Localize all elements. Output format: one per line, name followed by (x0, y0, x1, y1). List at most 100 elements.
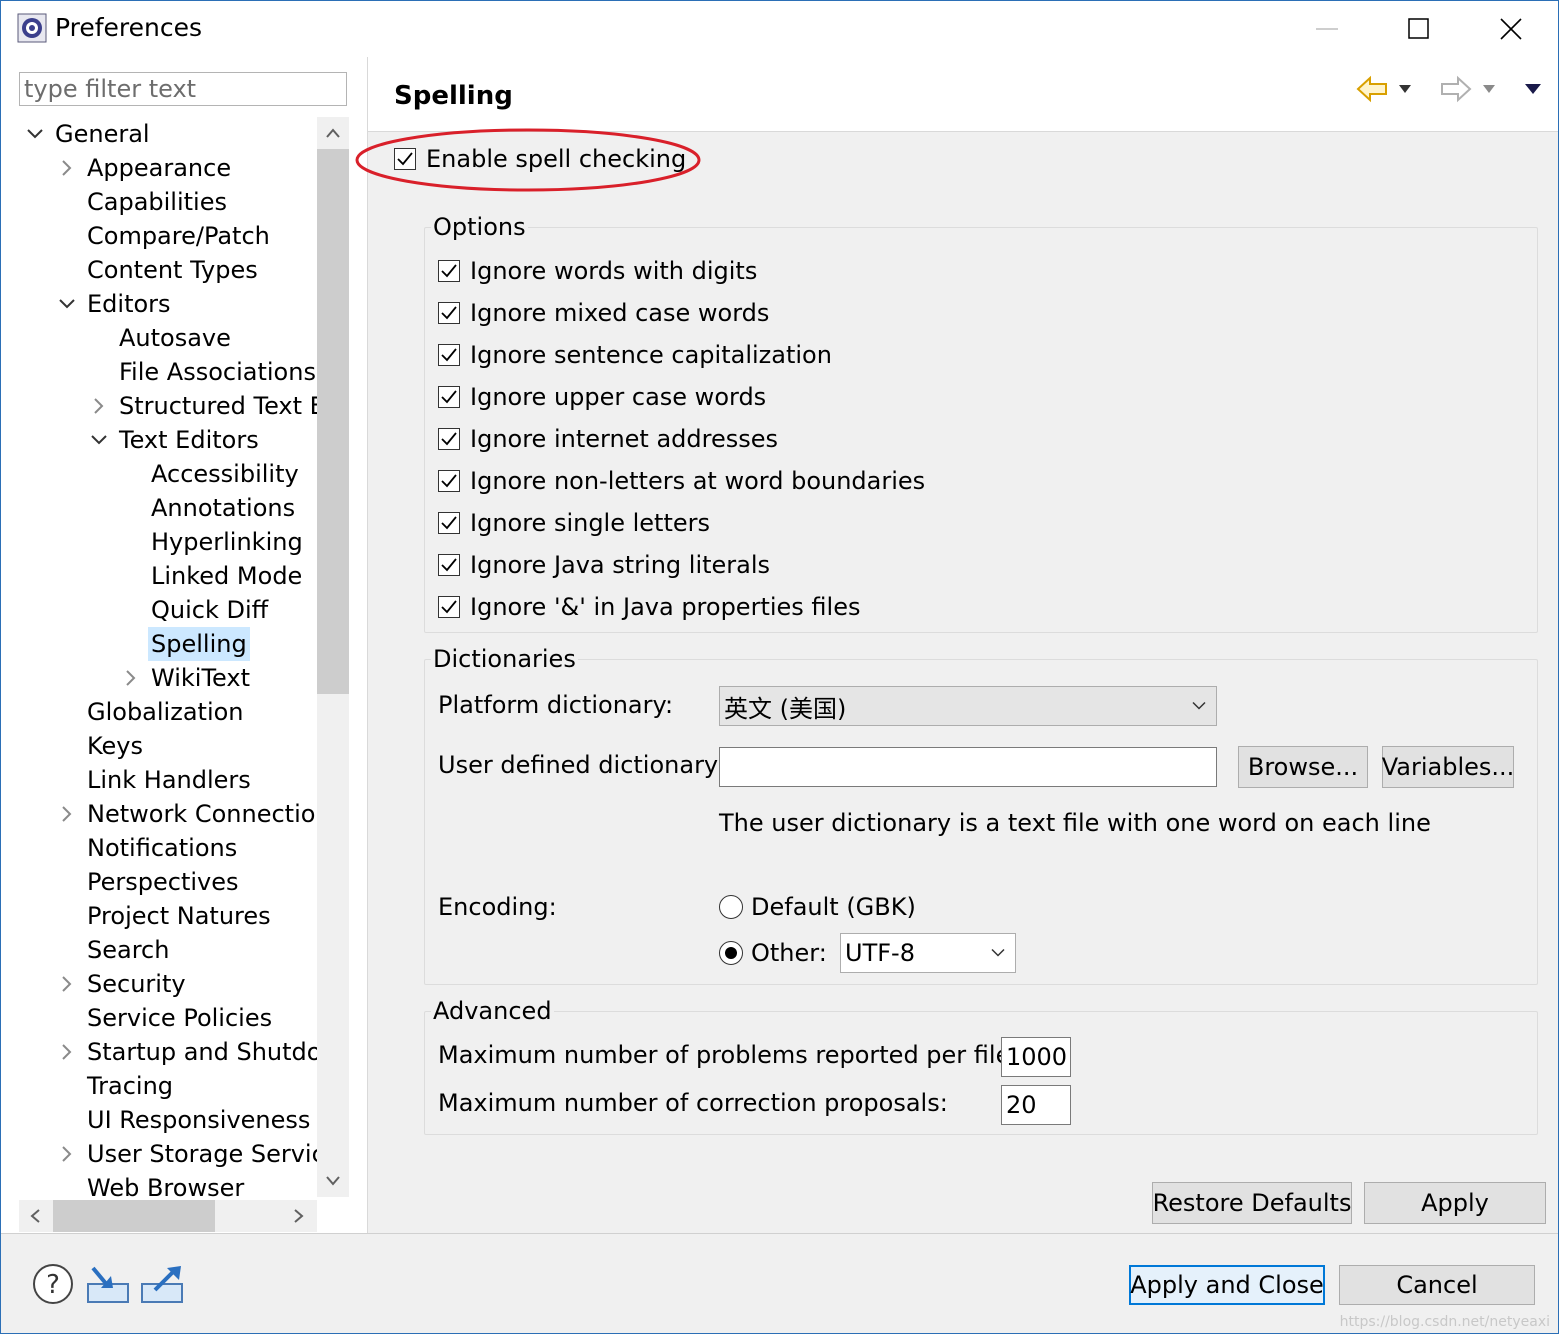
option-checkbox[interactable]: Ignore words with digits (438, 257, 757, 285)
restore-defaults-button[interactable]: Restore Defaults (1152, 1182, 1352, 1224)
checkbox-box[interactable] (438, 470, 460, 492)
tree-item[interactable]: WikiText (19, 661, 317, 695)
chevron-down-icon[interactable] (25, 117, 45, 151)
radio-circle[interactable] (719, 895, 743, 919)
scroll-up-icon[interactable] (317, 117, 349, 149)
tree-item[interactable]: Search (19, 933, 317, 967)
export-icon[interactable] (139, 1264, 185, 1306)
tree-item[interactable]: Content Types (19, 253, 317, 287)
apply-and-close-button[interactable]: Apply and Close (1129, 1265, 1325, 1305)
tree-item[interactable]: Tracing (19, 1069, 317, 1103)
back-dropdown-icon[interactable] (1398, 84, 1412, 94)
tree-item[interactable]: General (19, 117, 317, 151)
checkbox-box[interactable] (438, 428, 460, 450)
apply-button[interactable]: Apply (1364, 1182, 1546, 1224)
tree-item-label: Accessibility (151, 460, 299, 488)
scroll-left-icon[interactable] (19, 1200, 51, 1232)
vertical-scroll-thumb[interactable] (317, 149, 349, 694)
checkbox-box[interactable] (438, 344, 460, 366)
chevron-down-icon[interactable] (57, 287, 77, 321)
checkbox-box[interactable] (438, 554, 460, 576)
tree-item[interactable]: UI Responsiveness M (19, 1103, 317, 1137)
tree-item[interactable]: Spelling (19, 627, 317, 661)
option-checkbox[interactable]: Ignore sentence capitalization (438, 341, 832, 369)
tree-vertical-scrollbar[interactable] (317, 117, 349, 1197)
checkbox-box[interactable] (438, 260, 460, 282)
chevron-right-icon[interactable] (57, 967, 77, 1001)
cancel-button[interactable]: Cancel (1339, 1265, 1535, 1305)
tree-item[interactable]: Linked Mode (19, 559, 317, 593)
tree-item[interactable]: Globalization (19, 695, 317, 729)
scroll-right-icon[interactable] (283, 1200, 315, 1232)
user-dictionary-field[interactable] (719, 747, 1217, 787)
tree-item[interactable]: Accessibility (19, 457, 317, 491)
horizontal-scroll-thumb[interactable] (53, 1200, 215, 1232)
tree-item[interactable]: Service Policies (19, 1001, 317, 1035)
option-checkbox[interactable]: Ignore internet addresses (438, 425, 778, 453)
option-checkbox[interactable]: Ignore mixed case words (438, 299, 769, 327)
checkbox-box[interactable] (394, 148, 416, 170)
checkbox-box[interactable] (438, 386, 460, 408)
max-proposals-field[interactable]: 20 (1001, 1085, 1071, 1125)
tree-item[interactable]: Autosave (19, 321, 317, 355)
chevron-right-icon[interactable] (89, 389, 109, 423)
option-checkbox[interactable]: Ignore non-letters at word boundaries (438, 467, 925, 495)
option-checkbox[interactable]: Ignore Java string literals (438, 551, 770, 579)
tree-item[interactable]: Quick Diff (19, 593, 317, 627)
tree-item[interactable]: Notifications (19, 831, 317, 865)
tree-item[interactable]: Capabilities (19, 185, 317, 219)
maximize-button[interactable] (1373, 1, 1465, 57)
option-checkbox[interactable]: Ignore upper case words (438, 383, 766, 411)
browse-button[interactable]: Browse... (1238, 746, 1368, 788)
radio-circle[interactable] (719, 941, 743, 965)
help-icon[interactable]: ? (31, 1262, 75, 1306)
tree-item[interactable]: Network Connectior (19, 797, 317, 831)
tree-item[interactable]: Compare/Patch (19, 219, 317, 253)
forward-arrow-icon[interactable] (1440, 75, 1472, 103)
tree-item[interactable]: Editors (19, 287, 317, 321)
chevron-right-icon[interactable] (57, 797, 77, 831)
scroll-down-icon[interactable] (317, 1165, 349, 1197)
tree-item[interactable]: Hyperlinking (19, 525, 317, 559)
tree-item[interactable]: Startup and Shutdov (19, 1035, 317, 1069)
encoding-select[interactable]: UTF-8 (840, 933, 1016, 973)
tree-item[interactable]: Project Natures (19, 899, 317, 933)
chevron-right-icon[interactable] (57, 1137, 77, 1171)
chevron-right-icon[interactable] (57, 1035, 77, 1069)
tree-item[interactable]: Perspectives (19, 865, 317, 899)
max-problems-field[interactable]: 1000 (1001, 1037, 1071, 1077)
tree-item[interactable]: User Storage Service (19, 1137, 317, 1171)
forward-dropdown-icon[interactable] (1482, 84, 1496, 94)
platform-dictionary-select[interactable]: 英文 (美国) (719, 686, 1217, 726)
option-checkbox[interactable]: Ignore '&' in Java properties files (438, 593, 860, 621)
tree-item[interactable]: Security (19, 967, 317, 1001)
checkbox-box[interactable] (438, 302, 460, 324)
filter-input[interactable] (19, 72, 347, 106)
tree-item[interactable]: Keys (19, 729, 317, 763)
tree-item[interactable]: Text Editors (19, 423, 317, 457)
option-checkbox[interactable]: Ignore single letters (438, 509, 710, 537)
checkbox-box[interactable] (438, 512, 460, 534)
tree-item[interactable]: Structured Text E (19, 389, 317, 423)
tree-item[interactable]: File Associations (19, 355, 317, 389)
import-icon[interactable] (85, 1264, 131, 1306)
view-menu-icon[interactable] (1524, 83, 1542, 95)
checkbox-box[interactable] (438, 596, 460, 618)
tree-item[interactable]: Web Browser (19, 1171, 317, 1197)
tree-item[interactable]: Link Handlers (19, 763, 317, 797)
close-button[interactable] (1465, 1, 1557, 57)
chevron-down-icon[interactable] (89, 423, 109, 457)
chevron-right-icon[interactable] (121, 661, 141, 695)
back-arrow-icon[interactable] (1356, 75, 1388, 103)
enable-spell-checking-checkbox[interactable]: Enable spell checking (394, 145, 686, 173)
tree-item[interactable]: Annotations (19, 491, 317, 525)
chevron-right-icon[interactable] (57, 151, 77, 185)
tree-horizontal-scrollbar[interactable] (19, 1200, 317, 1232)
variables-button[interactable]: Variables... (1382, 746, 1514, 788)
other-encoding-radio[interactable]: Other: (719, 939, 827, 967)
checkmark-icon (441, 348, 457, 362)
preferences-window: Preferences General Appearance Capabilitie… (0, 0, 1559, 1334)
minimize-button[interactable] (1281, 1, 1373, 57)
tree-item[interactable]: Appearance (19, 151, 317, 185)
default-encoding-radio[interactable]: Default (GBK) (719, 893, 916, 921)
